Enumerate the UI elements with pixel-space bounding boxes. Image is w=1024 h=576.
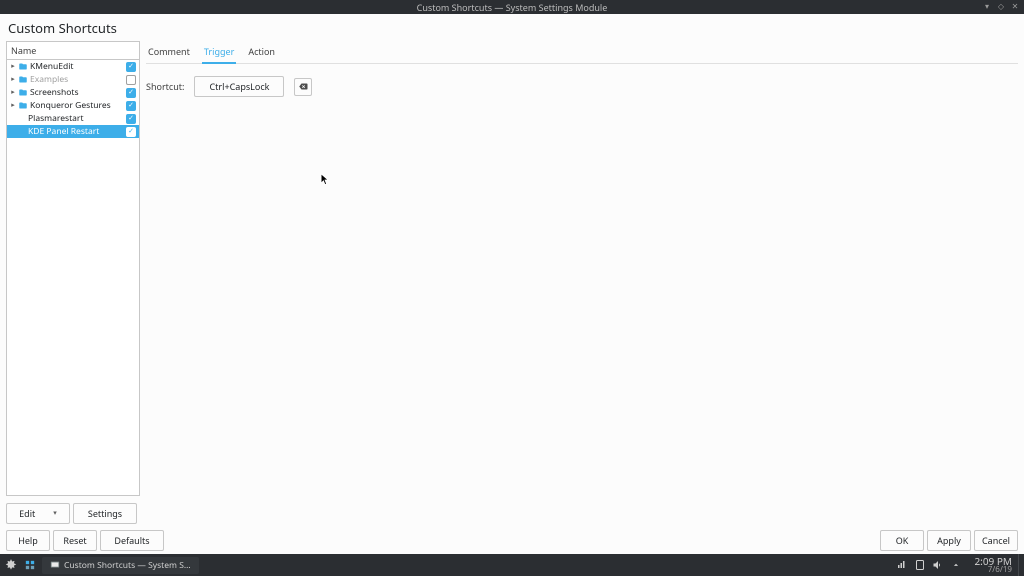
taskbar-clock[interactable]: 2:09 PM 7/6/19	[968, 556, 1018, 574]
expand-icon[interactable]: ▸	[10, 101, 16, 110]
window-title: Custom Shortcuts — System Settings Modul…	[417, 1, 608, 14]
pager-icon[interactable]	[24, 557, 36, 573]
maximize-button[interactable]: ◇	[996, 1, 1006, 11]
tray-expand-icon[interactable]	[950, 559, 962, 571]
kde-logo-icon	[4, 558, 18, 572]
tree-item-checkbox[interactable]: ✓	[126, 127, 136, 137]
expand-icon[interactable]: ▸	[10, 62, 16, 71]
page-title: Custom Shortcuts	[0, 14, 1024, 41]
expand-icon[interactable]: ▸	[10, 88, 16, 97]
dialog-button-row: Help Reset Defaults OK Apply Cancel	[0, 527, 1024, 554]
pinned-apps	[22, 557, 38, 573]
tree-item-label: KDE Panel Restart	[28, 126, 124, 137]
tree-item-checkbox[interactable]: ✓	[126, 114, 136, 124]
help-button[interactable]: Help	[6, 530, 50, 551]
system-tray	[890, 559, 968, 571]
defaults-button[interactable]: Defaults	[100, 530, 164, 551]
ok-button[interactable]: OK	[880, 530, 924, 551]
taskbar-window-list: Custom Shortcuts — System S…	[38, 557, 890, 574]
tree-item-label: Plasmarestart	[28, 113, 124, 124]
tree-item-checkbox[interactable]: ✓	[126, 101, 136, 111]
tree-item-checkbox[interactable]: ✓	[126, 62, 136, 72]
tree-item-label: Screenshots	[30, 87, 124, 98]
folder-icon	[18, 88, 28, 98]
folder-icon	[18, 101, 28, 111]
tree-item-label: KMenuEdit	[30, 61, 124, 72]
tab-comment[interactable]: Comment	[146, 43, 192, 63]
clipboard-icon[interactable]	[914, 559, 926, 571]
taskbar-entry-settings[interactable]: Custom Shortcuts — System S…	[42, 557, 199, 574]
shortcut-tree: Name ▸KMenuEdit✓▸Examples▸Screenshots✓▸K…	[6, 41, 140, 496]
tree-body: ▸KMenuEdit✓▸Examples▸Screenshots✓▸Konque…	[7, 60, 139, 495]
backspace-icon	[298, 82, 308, 91]
settings-button[interactable]: Settings	[73, 503, 137, 524]
tree-item-checkbox[interactable]	[126, 75, 136, 85]
network-icon[interactable]	[896, 559, 908, 571]
taskbar: Custom Shortcuts — System S… 2:09 PM 7/6…	[0, 554, 1024, 576]
edit-button[interactable]: Edit	[6, 503, 70, 524]
tree-column-header[interactable]: Name	[7, 42, 139, 60]
trigger-content: Shortcut: Ctrl+CapsLock	[146, 64, 1018, 97]
tab-trigger[interactable]: Trigger	[202, 43, 236, 64]
window-titlebar: Custom Shortcuts — System Settings Modul…	[0, 0, 1024, 14]
tree-item-examples[interactable]: ▸ Examples	[7, 73, 139, 86]
taskbar-entry-label: Custom Shortcuts — System S…	[64, 560, 191, 571]
tab-action[interactable]: Action	[246, 43, 277, 63]
detail-pane: Comment Trigger Action Shortcut: Ctrl+Caps…	[144, 41, 1018, 496]
clear-shortcut-button[interactable]	[294, 78, 312, 96]
tree-item-screenshots[interactable]: ▸ Screenshots✓	[7, 86, 139, 99]
shortcut-field[interactable]: Ctrl+CapsLock	[194, 76, 284, 97]
minimize-button[interactable]: ▾	[982, 1, 992, 11]
tree-item-kmenuedit[interactable]: ▸ KMenuEdit✓	[7, 60, 139, 73]
settings-window: Custom Shortcuts Name ▸KMenuEdit✓▸Exampl…	[0, 14, 1024, 554]
apply-button[interactable]: Apply	[927, 530, 971, 551]
edit-settings-row: Edit Settings	[0, 500, 1024, 527]
settings-app-icon	[50, 560, 60, 570]
application-launcher[interactable]	[0, 554, 22, 576]
tree-item-checkbox[interactable]: ✓	[126, 88, 136, 98]
volume-icon[interactable]	[932, 559, 944, 571]
show-desktop-button[interactable]	[1018, 554, 1024, 576]
tree-item-konqueror-gestures[interactable]: ▸ Konqueror Gestures✓	[7, 99, 139, 112]
folder-icon	[18, 75, 28, 85]
cancel-button[interactable]: Cancel	[974, 530, 1018, 551]
expand-icon[interactable]: ▸	[10, 75, 16, 84]
tree-item-kde-panel-restart[interactable]: KDE Panel Restart✓	[7, 125, 139, 138]
tree-item-label: Konqueror Gestures	[30, 100, 124, 111]
shortcut-label: Shortcut:	[146, 80, 184, 93]
close-button[interactable]: ✕	[1010, 1, 1020, 11]
reset-button[interactable]: Reset	[53, 530, 97, 551]
tree-item-label: Examples	[30, 74, 124, 85]
tree-item-plasmarestart[interactable]: Plasmarestart✓	[7, 112, 139, 125]
folder-icon	[18, 62, 28, 72]
detail-tabs: Comment Trigger Action	[146, 43, 1018, 64]
